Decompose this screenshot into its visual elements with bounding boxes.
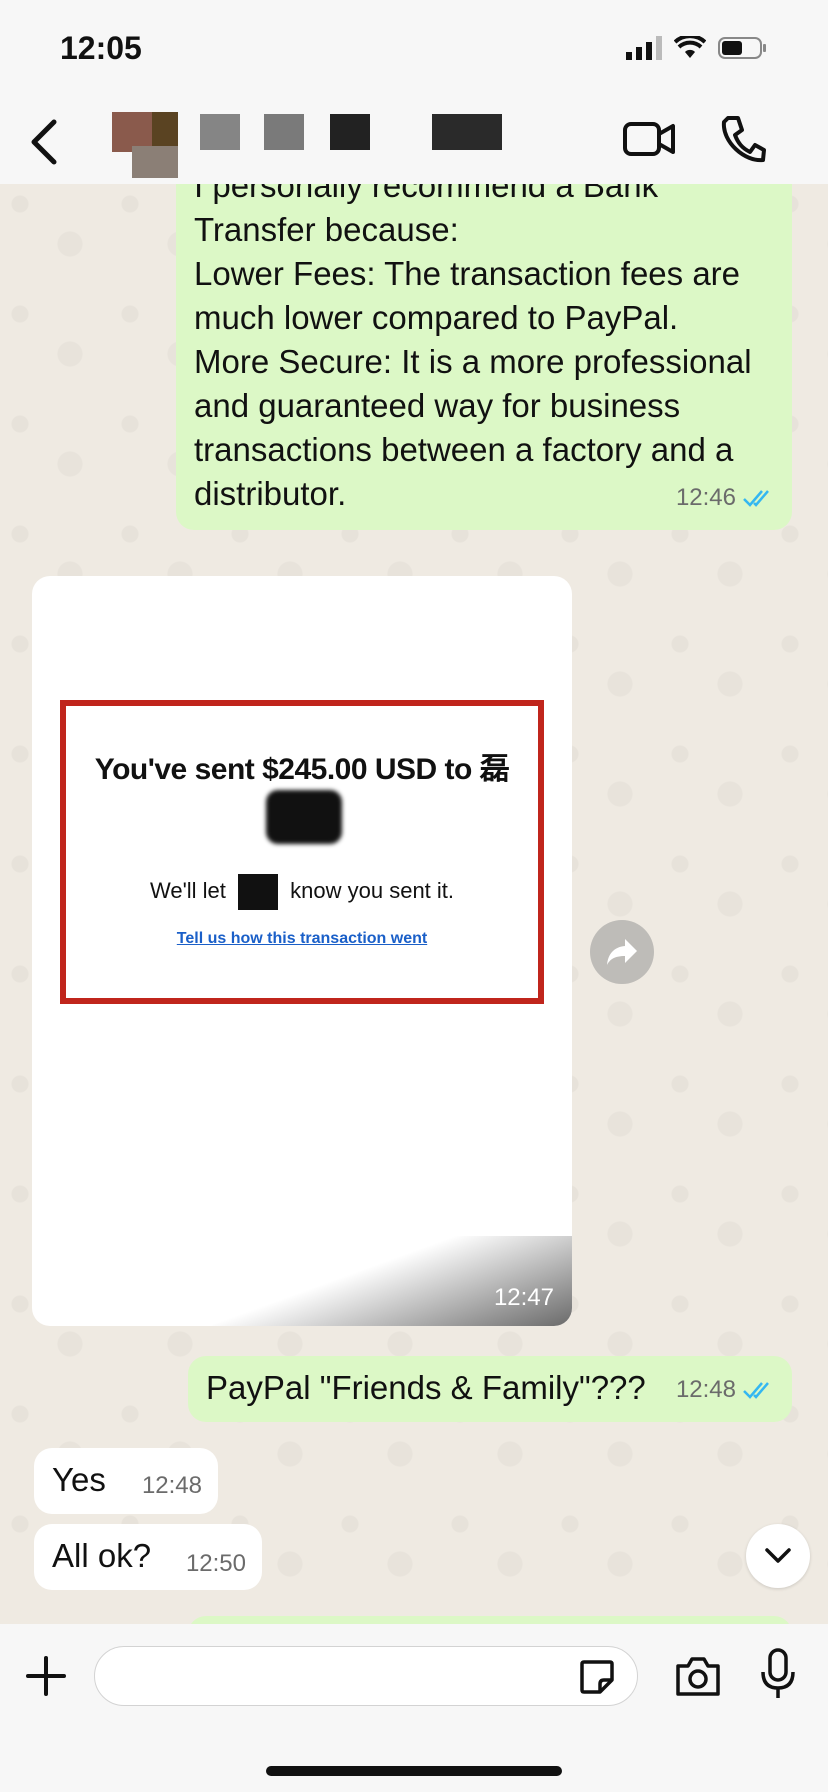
chevron-down-icon	[765, 1548, 791, 1563]
message-line: much lower compared to PayPal.	[194, 299, 679, 336]
message-line: Transfer because:	[194, 211, 459, 248]
home-indicator	[266, 1766, 562, 1776]
redacted-recipient	[238, 874, 279, 910]
image-message[interactable]: You've sent $245.00 USD to 磊 We'll let k…	[32, 576, 572, 1326]
battery-icon	[718, 37, 766, 59]
image-shade	[212, 1236, 572, 1326]
message-text: All ok?	[52, 1537, 152, 1574]
forward-button[interactable]	[590, 920, 654, 984]
sticker-icon[interactable]	[578, 1658, 616, 1696]
wifi-icon	[674, 36, 706, 58]
chevron-left-icon[interactable]	[24, 114, 64, 170]
subtitle-post: know you sent it.	[290, 877, 455, 903]
image-time: 12:47	[493, 1284, 554, 1311]
screenshot-title: You've sent $245.00 USD to 磊	[94, 753, 510, 786]
composer-bar	[0, 1624, 828, 1792]
subtitle-pre: We'll let	[149, 877, 226, 903]
message-meta: 12:48	[142, 1464, 202, 1508]
camera-icon[interactable]	[674, 1654, 722, 1698]
redacted-name	[266, 790, 342, 844]
message-meta: 12:48	[676, 1368, 776, 1412]
message-text: I personally recommend a Bank Transfer b…	[194, 184, 752, 516]
message-line: and guaranteed way for business	[194, 387, 681, 424]
video-camera-icon[interactable]	[622, 114, 676, 164]
message-time: 12:48	[141, 1472, 202, 1499]
forward-icon	[607, 939, 637, 965]
message-bubble-incoming[interactable]: All ok? 12:50	[34, 1524, 262, 1590]
chat-area[interactable]: I personally recommend a Bank Transfer b…	[0, 184, 828, 1624]
message-time: 12:50	[185, 1550, 246, 1577]
message-time: 12:46	[675, 484, 736, 511]
double-check-icon	[743, 1382, 769, 1399]
message-line: More Secure: It is a more professional	[194, 343, 752, 380]
paypal-screenshot: You've sent $245.00 USD to 磊 We'll let k…	[60, 700, 544, 1004]
phone-icon[interactable]	[720, 114, 766, 164]
contact-name-redacted[interactable]	[112, 112, 572, 182]
status-time: 12:05	[60, 30, 142, 66]
message-meta: 12:46	[676, 476, 776, 520]
message-bubble-incoming[interactable]: Yes 12:48	[34, 1448, 218, 1514]
message-time: 12:48	[675, 1376, 736, 1403]
message-line: I personally recommend a Bank	[194, 184, 659, 204]
double-check-icon	[743, 490, 769, 507]
transaction-feedback-link: Tell us how this transaction went	[176, 930, 428, 947]
message-line: Lower Fees: The transaction fees are	[194, 255, 741, 292]
message-meta: 12:50	[186, 1542, 246, 1586]
message-text: PayPal "Friends & Family"???	[206, 1369, 646, 1406]
screenshot-subtitle: We'll let know you sent it.	[66, 874, 538, 910]
status-icons	[626, 36, 768, 60]
message-line: transactions between a factory and a	[194, 431, 734, 468]
message-input[interactable]	[94, 1646, 638, 1706]
message-bubble-outgoing-partial[interactable]	[188, 1616, 792, 1624]
microphone-icon[interactable]	[760, 1648, 796, 1700]
message-bubble-outgoing[interactable]: I personally recommend a Bank Transfer b…	[176, 184, 792, 530]
message-text: Yes	[52, 1461, 106, 1498]
chat-header	[0, 100, 828, 184]
signal-icon	[626, 36, 662, 60]
message-bubble-outgoing[interactable]: PayPal "Friends & Family"??? 12:48	[188, 1356, 792, 1422]
plus-icon[interactable]	[26, 1656, 66, 1696]
message-line: distributor.	[194, 475, 347, 512]
status-bar: 12:05	[0, 0, 828, 100]
scroll-to-bottom-button[interactable]	[746, 1524, 810, 1588]
